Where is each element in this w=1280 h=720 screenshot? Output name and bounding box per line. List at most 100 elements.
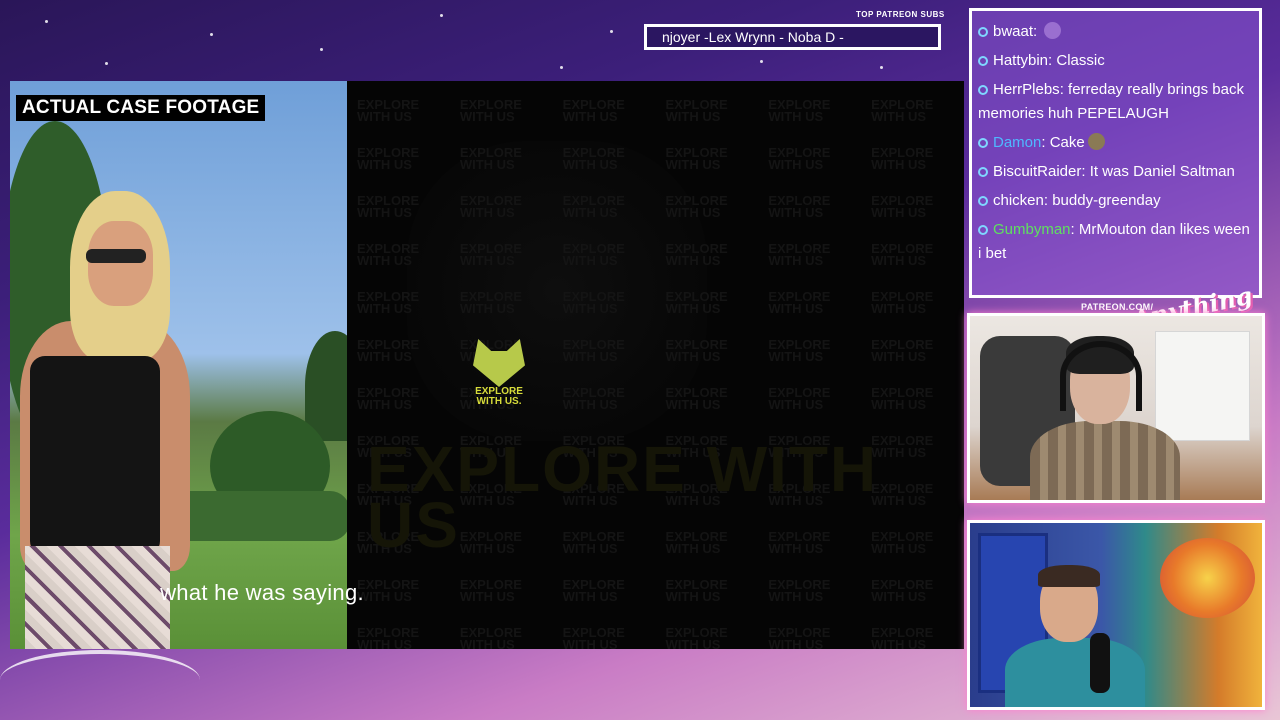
- watermark-tile: EXPLORE WITH US: [665, 625, 728, 649]
- chat-separator: :: [1043, 192, 1053, 209]
- watermark-tile: EXPLORE WITH US: [665, 193, 728, 220]
- chat-text: Classic: [1056, 52, 1105, 69]
- chat-text: It was Daniel Saltman: [1089, 163, 1235, 180]
- chat-message: Hattybin: Classic: [978, 49, 1253, 73]
- chat-username[interactable]: Damon: [993, 134, 1041, 151]
- watermark-tile: EXPLORE WITH US: [357, 241, 420, 268]
- watermark-tile: EXPLORE WITH US: [562, 97, 625, 124]
- webcam-host-2: [967, 520, 1265, 710]
- watermark-tile: EXPLORE WITH US: [562, 337, 625, 364]
- watermark-tile: EXPLORE WITH US: [357, 145, 420, 172]
- explore-with-us-logo: EXPLORE WITH US.: [467, 339, 531, 419]
- cake-emote-icon: [1087, 133, 1105, 150]
- chat-text: Cake: [1049, 134, 1085, 151]
- chat-message: bwaat:: [978, 20, 1253, 44]
- webcam-host-1: [967, 313, 1265, 503]
- watermark-tile: EXPLORE WITH US: [562, 625, 625, 649]
- logo-text: EXPLORE WITH US.: [475, 386, 523, 407]
- chat-bullet-icon: [978, 167, 988, 177]
- chat-username[interactable]: Hattybin: [993, 52, 1048, 69]
- chat-separator: :: [1033, 23, 1042, 40]
- chat-username[interactable]: chicken: [993, 192, 1044, 209]
- watermark-tile: EXPLORE WITH US: [871, 145, 934, 172]
- watermark-tile: EXPLORE WITH US: [768, 193, 831, 220]
- chat-bullet-icon: [978, 56, 988, 66]
- tank-top: [30, 356, 160, 556]
- purple-emote-icon: [1044, 22, 1062, 39]
- chat-separator: :: [1070, 221, 1079, 238]
- watermark-tile: EXPLORE WITH US: [459, 289, 522, 316]
- chat-message: HerrPlebs: ferreday really brings back m…: [978, 78, 1253, 126]
- watermark-tile: EXPLORE WITH US: [357, 289, 420, 316]
- chat-username[interactable]: HerrPlebs: [993, 81, 1060, 98]
- chat-bullet-icon: [978, 138, 988, 148]
- case-footage-panel: ACTUAL CASE FOOTAGE: [10, 81, 347, 649]
- watermark-tile: EXPLORE WITH US: [768, 337, 831, 364]
- watermark-tile: EXPLORE WITH US: [665, 385, 728, 412]
- watermark-tile: EXPLORE WITH US: [768, 241, 831, 268]
- watermark-tile: EXPLORE WITH US: [357, 193, 420, 220]
- watermark-tile: EXPLORE WITH US: [665, 145, 728, 172]
- sunglasses: [86, 249, 146, 263]
- headset-icon: [1060, 341, 1142, 411]
- watermark-tile: EXPLORE WITH US: [665, 289, 728, 316]
- decorative-swirl: [0, 650, 200, 710]
- chat-separator: :: [1081, 163, 1090, 180]
- watermark-tile: EXPLORE WITH US: [562, 385, 625, 412]
- video-subtitle: what he was saying.: [160, 580, 364, 605]
- watermark-tile: EXPLORE WITH US: [357, 385, 420, 412]
- footage-label: ACTUAL CASE FOOTAGE: [16, 95, 266, 121]
- watermark-tile: EXPLORE WITH US: [459, 145, 522, 172]
- watermark-tile: EXPLORE WITH US: [459, 241, 522, 268]
- chat-separator: :: [1041, 134, 1050, 151]
- watermark-tile: EXPLORE WITH US: [871, 289, 934, 316]
- video-black-screen: EXPLORE WITH US EXPLORE WITH US EXPLORE WI…: [347, 81, 964, 649]
- watermark-tile: EXPLORE WITH US: [768, 625, 831, 649]
- watermark-tile: EXPLORE WITH US: [665, 241, 728, 268]
- watermark-tile: EXPLORE WITH US: [768, 289, 831, 316]
- watermark-tile: EXPLORE WITH US: [871, 193, 934, 220]
- main-video[interactable]: ACTUAL CASE FOOTAGE EXPLORE WITH US EXPLO…: [10, 81, 964, 649]
- hair: [1038, 565, 1100, 587]
- watermark-tile: EXPLORE WITH US: [665, 337, 728, 364]
- chat-bullet-icon: [978, 225, 988, 235]
- watermark-tile: EXPLORE WITH US: [768, 97, 831, 124]
- watermark-tile: EXPLORE WITH US: [871, 625, 934, 649]
- watermark-tile: EXPLORE WITH US: [871, 385, 934, 412]
- watermark-tile: EXPLORE WITH US: [871, 97, 934, 124]
- chat-message: BiscuitRaider: It was Daniel Saltman: [978, 160, 1253, 184]
- watermark-tile: EXPLORE WITH US: [665, 97, 728, 124]
- watermark-tile: EXPLORE WITH US: [768, 145, 831, 172]
- shirt: [1030, 421, 1180, 500]
- chat-separator: :: [1059, 81, 1069, 98]
- big-watermark: EXPLORE WITH US: [367, 433, 879, 561]
- patreon-subs-ticker: njoyer -Lex Wrynn - Noba D -: [644, 24, 941, 50]
- shirt: [1005, 638, 1145, 707]
- watermark-tile: EXPLORE WITH US: [357, 625, 420, 649]
- chat-message: chicken: buddy-greenday: [978, 189, 1253, 213]
- wall-art: [1160, 538, 1255, 618]
- palm-tree: [305, 331, 347, 441]
- watermark-tile: EXPLORE WITH US: [562, 193, 625, 220]
- watermark-tile: EXPLORE WITH US: [562, 241, 625, 268]
- chat-username[interactable]: BiscuitRaider: [993, 163, 1081, 180]
- dresser: [1155, 331, 1250, 441]
- watermark-tile: EXPLORE WITH US: [459, 193, 522, 220]
- watermark-tile: EXPLORE WITH US: [562, 289, 625, 316]
- watermark-tile: EXPLORE WITH US: [562, 145, 625, 172]
- ticker-label: TOP PATREON SUBS: [856, 10, 945, 19]
- watermark-tile: EXPLORE WITH US: [871, 241, 934, 268]
- chat-text: buddy-greenday: [1052, 192, 1161, 209]
- chat-bullet-icon: [978, 27, 988, 37]
- microphone-icon: [1090, 633, 1110, 693]
- chat-username[interactable]: Gumbyman: [993, 221, 1071, 238]
- watermark-tile: EXPLORE WITH US: [871, 337, 934, 364]
- watermark-tile: EXPLORE WITH US: [459, 97, 522, 124]
- chat-username[interactable]: bwaat: [993, 23, 1033, 40]
- chat-bullet-icon: [978, 85, 988, 95]
- wolf-logo-icon: [473, 339, 525, 387]
- watermark-tile: EXPLORE WITH US: [459, 625, 522, 649]
- chat-bullet-icon: [978, 196, 988, 206]
- chat-message: Gumbyman: MrMouton dan likes ween i bet: [978, 218, 1253, 266]
- watermark-tile: EXPLORE WITH US: [357, 97, 420, 124]
